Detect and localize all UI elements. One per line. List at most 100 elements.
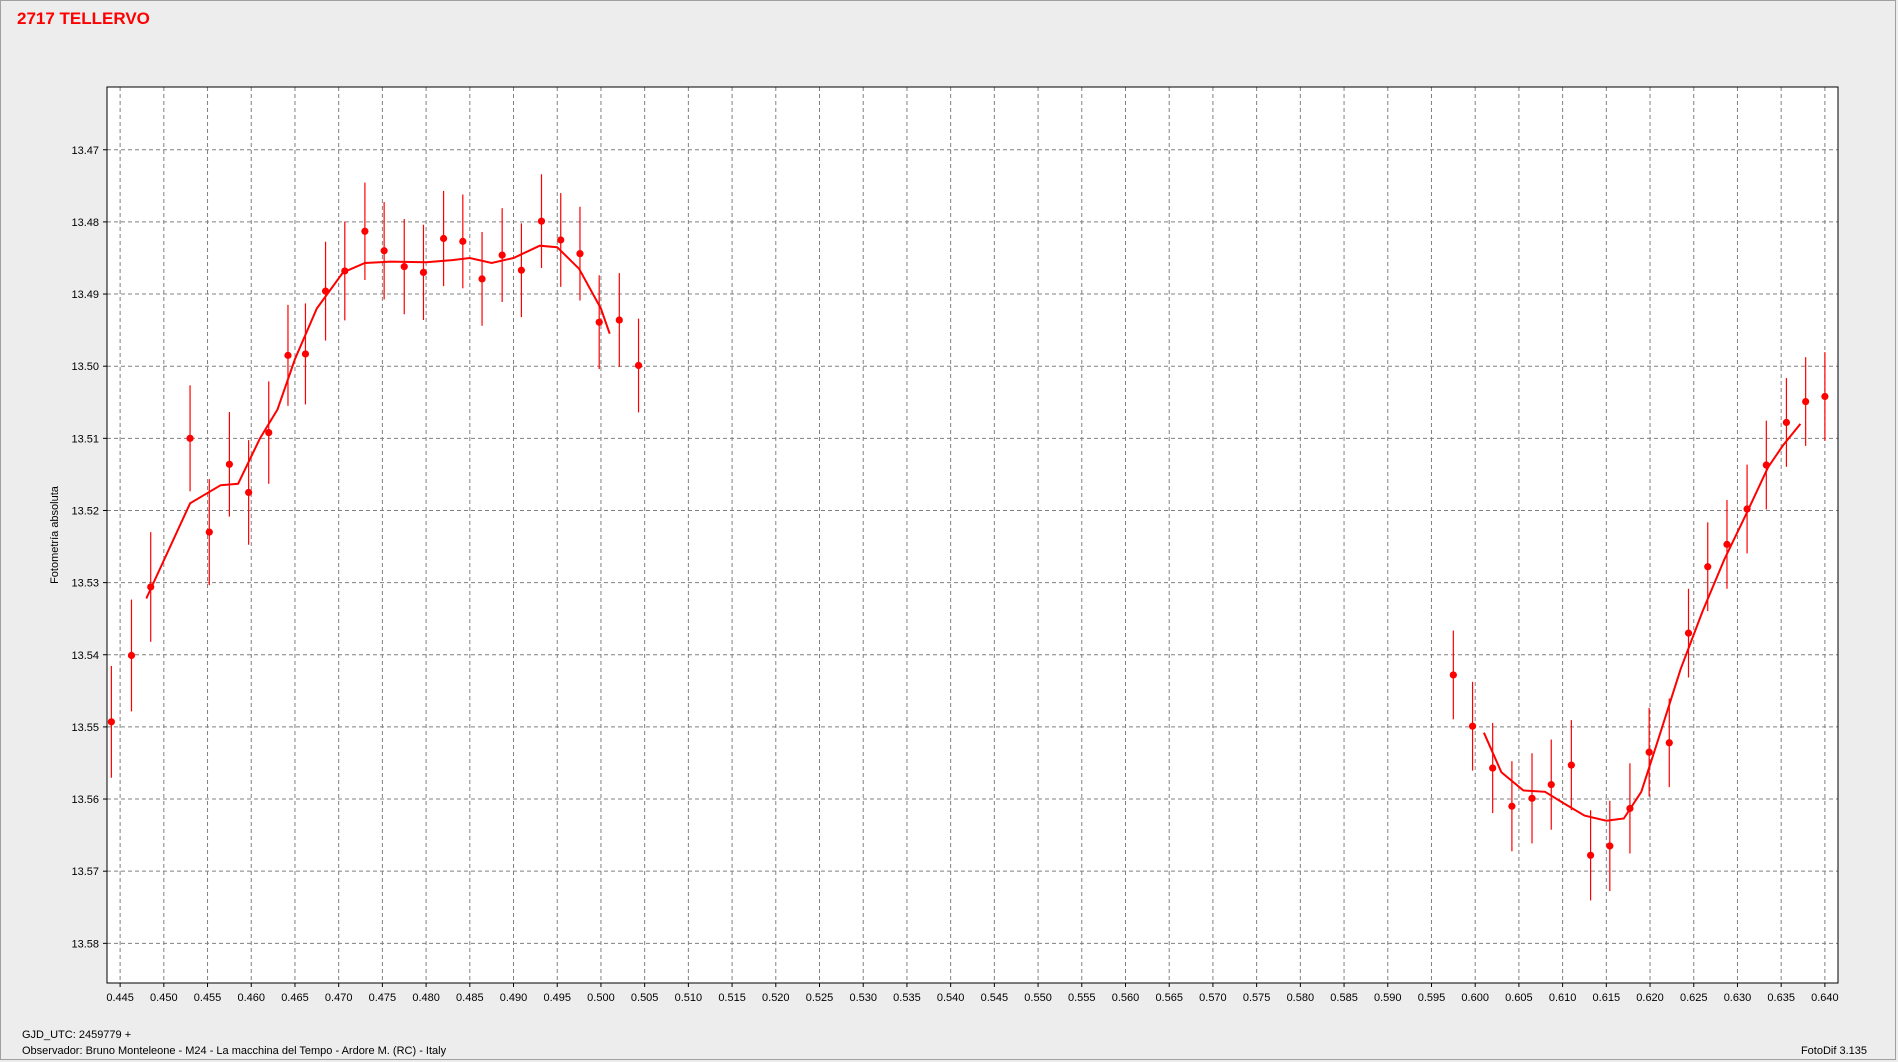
data-point [1723, 540, 1731, 548]
data-point [1528, 794, 1536, 802]
y-tick-label: 13.53 [71, 578, 99, 590]
data-point [1684, 629, 1693, 637]
data-point [1645, 748, 1653, 756]
x-tick-label: 0.470 [325, 992, 353, 1004]
x-tick-label: 0.605 [1505, 992, 1533, 1004]
y-tick-label: 13.54 [71, 650, 99, 662]
x-tick-label: 0.475 [369, 992, 397, 1004]
data-point [245, 488, 253, 497]
data-point [284, 351, 292, 359]
data-point [1821, 392, 1829, 401]
x-tick-label: 0.495 [543, 992, 571, 1004]
data-point [1802, 397, 1810, 406]
x-tick-label: 0.500 [587, 992, 615, 1004]
data-point [595, 318, 603, 326]
data-point [478, 275, 486, 283]
x-tick-label: 0.505 [631, 992, 659, 1004]
y-tick-label: 13.55 [71, 722, 99, 734]
y-tick-label: 13.51 [71, 433, 99, 445]
x-tick-label: 0.480 [412, 992, 440, 1004]
data-point [1547, 781, 1555, 789]
x-tick-label: 0.620 [1636, 992, 1664, 1004]
y-tick-label: 13.49 [71, 289, 99, 301]
x-tick-label: 0.540 [937, 992, 965, 1004]
plot-area [107, 87, 1838, 983]
data-point [615, 316, 623, 324]
y-tick-label: 13.58 [71, 938, 99, 950]
data-point [1606, 842, 1614, 850]
data-point [419, 268, 428, 277]
x-axis-ticks: 0.445 0.450 0.455 0.460 0.465 0.470 0.475 0.480… [106, 983, 1839, 1004]
x-tick-label: 0.640 [1811, 992, 1839, 1004]
x-tick-label: 0.560 [1112, 992, 1140, 1004]
x-tick-label: 0.520 [762, 992, 790, 1004]
y-tick-label: 13.52 [71, 505, 99, 517]
y-tick-label: 13.48 [71, 217, 99, 229]
data-point [537, 217, 546, 225]
x-tick-label: 0.595 [1418, 992, 1446, 1004]
data-point [107, 718, 115, 726]
x-tick-label: 0.450 [150, 992, 178, 1004]
data-point [439, 234, 448, 243]
x-tick-label: 0.460 [237, 992, 265, 1004]
data-point [1762, 461, 1770, 469]
x-tick-label: 0.635 [1767, 992, 1795, 1004]
x-tick-label: 0.570 [1199, 992, 1227, 1004]
x-tick-label: 0.610 [1549, 992, 1577, 1004]
observer-label: Observador: Bruno Monteleone - M24 - La … [22, 1045, 447, 1057]
data-point [400, 263, 408, 271]
data-point [301, 350, 310, 358]
data-point [557, 236, 565, 244]
data-point [321, 287, 330, 295]
x-tick-label: 0.465 [281, 992, 309, 1004]
y-tick-label: 13.47 [71, 145, 99, 157]
data-point [576, 250, 584, 258]
x-tick-label: 0.555 [1068, 992, 1096, 1004]
y-tick-label: 13.57 [71, 866, 99, 878]
x-tick-label: 0.550 [1024, 992, 1052, 1004]
data-point [127, 651, 136, 660]
data-point [517, 266, 525, 274]
x-tick-label: 0.590 [1374, 992, 1402, 1004]
data-point [1489, 764, 1497, 772]
data-point [1665, 739, 1673, 747]
data-point [498, 251, 506, 259]
gjd-utc-label: GJD_UTC: 2459779 + [22, 1029, 132, 1041]
data-point [361, 227, 369, 235]
x-tick-label: 0.445 [106, 992, 134, 1004]
data-point [1468, 722, 1477, 730]
x-tick-label: 0.600 [1461, 992, 1489, 1004]
x-tick-label: 0.515 [718, 992, 746, 1004]
data-point [225, 460, 233, 468]
y-axis-ticks: 13.47 13.48 13.49 13.50 13.51 13.52 13.53 13.54… [71, 145, 107, 950]
light-curve-chart: 0.445 0.450 0.455 0.460 0.465 0.470 0.475 0.480… [49, 86, 1839, 1004]
data-point [1782, 418, 1791, 427]
data-point [634, 361, 643, 370]
data-point [1743, 505, 1751, 513]
x-tick-label: 0.485 [456, 992, 484, 1004]
x-tick-label: 0.535 [893, 992, 921, 1004]
x-tick-label: 0.545 [981, 992, 1009, 1004]
x-tick-label: 0.585 [1330, 992, 1358, 1004]
data-point [186, 434, 194, 442]
x-tick-label: 0.630 [1724, 992, 1752, 1004]
x-tick-label: 0.565 [1155, 992, 1183, 1004]
data-point [147, 583, 155, 591]
data-point [1508, 802, 1516, 810]
x-tick-label: 0.455 [194, 992, 222, 1004]
y-tick-label: 13.50 [71, 361, 99, 373]
software-version: FotoDif 3.135 [1800, 1045, 1867, 1057]
x-tick-label: 0.490 [500, 992, 528, 1004]
x-tick-label: 0.625 [1680, 992, 1708, 1004]
x-tick-label: 0.510 [675, 992, 703, 1004]
data-point [341, 267, 349, 275]
data-point [380, 247, 388, 255]
x-tick-label: 0.530 [849, 992, 877, 1004]
x-tick-label: 0.615 [1593, 992, 1621, 1004]
data-point [265, 428, 273, 437]
data-point [205, 528, 213, 536]
y-axis-label: Fotometría absoluta [49, 485, 61, 584]
x-tick-label: 0.525 [806, 992, 834, 1004]
data-point [459, 237, 467, 245]
x-tick-label: 0.575 [1243, 992, 1271, 1004]
